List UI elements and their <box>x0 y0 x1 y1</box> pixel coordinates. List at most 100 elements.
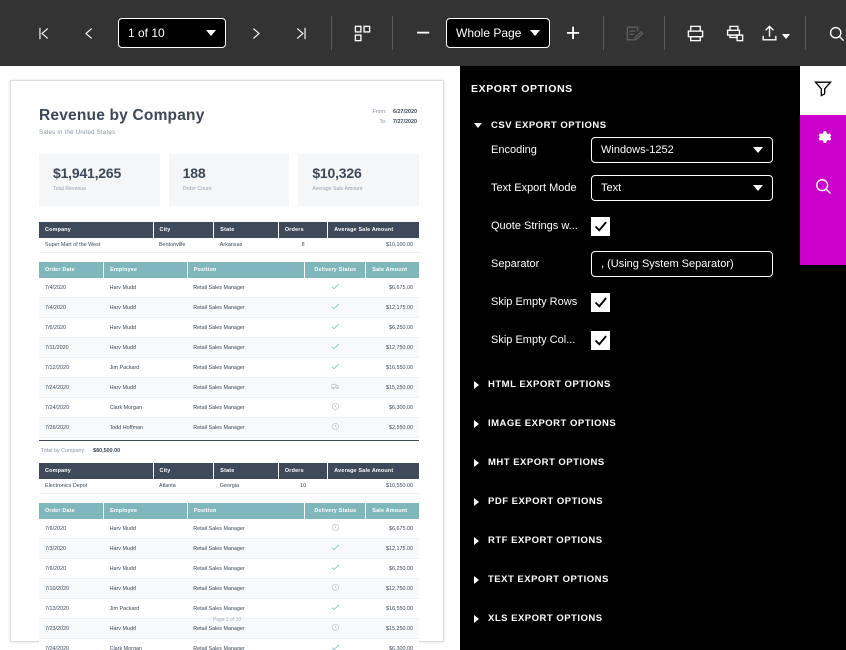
report-subtitle: Sales in the United States <box>39 129 116 136</box>
filter-tab[interactable] <box>800 66 846 115</box>
table-row: Super Mart of the West Bentonville Arkan… <box>39 238 419 253</box>
total-label: Total by Company: <box>41 448 86 454</box>
table-row: 7/12/2020 Jim Packard Retail Sales Manager… <box>39 357 419 378</box>
multipage-view-button[interactable] <box>345 16 379 50</box>
chevron-right-icon <box>474 536 479 545</box>
group-header-xls[interactable]: XLS EXPORT OPTIONS <box>460 613 800 624</box>
cell-order-date: 7/24/2020 <box>39 377 104 398</box>
skip-empty-rows-checkbox[interactable] <box>591 292 610 312</box>
cell-order-date: 7/3/2020 <box>39 538 104 559</box>
cell-order-date: 7/10/2020 <box>39 578 104 599</box>
status-check-icon <box>331 363 340 373</box>
column-header: Employee <box>103 262 188 278</box>
field-skip-empty-columns: Skip Empty Col... <box>460 321 800 359</box>
page-number-value: 1 of 10 <box>128 26 165 40</box>
table-row: Electronics Depot Atlanta Georgia 10 $10… <box>39 479 419 494</box>
zoom-out-button[interactable]: − <box>406 16 440 50</box>
table-row: 7/6/2020 Harv Mudd Retail Sales Manager $6,… <box>39 317 419 338</box>
cell-sale-amount: $2,550.00 <box>365 417 419 438</box>
cell-order-date: 7/13/2020 <box>39 598 104 619</box>
report-title: Revenue by Company <box>39 107 205 124</box>
cell-delivery-status <box>304 357 366 378</box>
zoom-in-button[interactable]: + <box>556 16 590 50</box>
cell-orders: 10 <box>278 479 328 494</box>
zoom-in-label: + <box>565 18 581 47</box>
group-header-image[interactable]: IMAGE EXPORT OPTIONS <box>460 418 800 429</box>
cell-order-date: 7/26/2020 <box>39 417 104 438</box>
rail-accent-fill <box>800 213 846 265</box>
cell-delivery-status <box>304 278 366 298</box>
text-export-mode-select[interactable]: Text <box>591 175 773 201</box>
chevron-down-icon <box>753 147 763 153</box>
cell-employee: Todd Hoffman <box>103 417 188 438</box>
cell-sale-amount: $6,300.00 <box>365 397 419 418</box>
zoom-out-label: − <box>415 18 431 47</box>
chevron-down-icon <box>753 185 763 191</box>
status-check-icon <box>331 644 340 650</box>
encoding-select[interactable]: Windows-1252 <box>591 137 773 163</box>
kpi-value: 188 <box>182 165 206 181</box>
column-header: City <box>153 222 215 238</box>
cell-position: Retail Sales Manager <box>187 357 305 378</box>
zoom-level-select[interactable]: Whole Page <box>446 18 550 48</box>
print-page-button[interactable] <box>718 16 752 50</box>
kpi-card: $1,941,265 Total Revenue <box>39 154 160 206</box>
print-button[interactable] <box>678 16 712 50</box>
column-header: Order Date <box>39 262 105 278</box>
skip-empty-columns-checkbox[interactable] <box>591 330 610 350</box>
cell-sale-amount: $15,250.00 <box>365 377 419 398</box>
group-header-text[interactable]: TEXT EXPORT OPTIONS <box>460 574 800 585</box>
field-quote-strings: Quote Strings w... <box>460 207 800 245</box>
column-header: Orders <box>278 222 329 238</box>
column-header: Delivery Status <box>304 503 367 519</box>
cell-position: Retail Sales Manager <box>187 638 305 650</box>
export-button[interactable] <box>758 16 792 50</box>
page-number-select[interactable]: 1 of 10 <box>118 18 226 48</box>
status-check-icon <box>331 303 340 313</box>
export-options-tab[interactable] <box>800 115 846 164</box>
group-header-pdf[interactable]: PDF EXPORT OPTIONS <box>460 496 800 507</box>
cell-order-date: 7/12/2020 <box>39 357 104 378</box>
next-page-button[interactable] <box>238 16 272 50</box>
status-truck-icon <box>331 383 340 393</box>
cell-position: Retail Sales Manager <box>187 377 305 398</box>
cell-sale-amount: $6,250.00 <box>365 317 419 338</box>
total-value: $80,500.00 <box>93 448 121 454</box>
cell-employee: Harv Mudd <box>103 538 188 559</box>
last-page-button[interactable] <box>284 16 318 50</box>
cell-employee: Harv Mudd <box>103 278 188 298</box>
cell-sale-amount: $16,550.00 <box>365 357 419 378</box>
cell-order-date: 7/6/2020 <box>39 519 104 539</box>
group-header-mht[interactable]: MHT EXPORT OPTIONS <box>460 457 800 468</box>
cell-position: Retail Sales Manager <box>187 578 305 599</box>
status-check-icon <box>331 564 340 574</box>
first-page-button[interactable] <box>26 16 60 50</box>
quote-strings-checkbox[interactable] <box>591 216 610 236</box>
separator-input[interactable]: , (Using System Separator) <box>591 251 773 277</box>
detail-header-row: Order Date Employee Position Delivery St… <box>39 262 419 278</box>
text-export-mode-value: Text <box>601 182 622 194</box>
cell-position: Retail Sales Manager <box>187 558 305 579</box>
column-header: State <box>213 463 279 479</box>
cell-sale-amount: $12,750.00 <box>365 578 419 599</box>
gear-icon <box>813 127 833 152</box>
column-header: Average Sale Amount <box>327 222 419 238</box>
cell-order-date: 7/4/2020 <box>39 278 104 298</box>
encoding-label: Encoding <box>491 144 537 156</box>
detail-table: Order Date Employee Position Delivery St… <box>39 262 419 438</box>
edit-content-button[interactable] <box>617 16 651 50</box>
table-row: 7/3/2020 Harv Mudd Retail Sales Manager $12… <box>39 538 419 559</box>
table-row: 7/4/2020 Harv Mudd Retail Sales Manager $12… <box>39 297 419 318</box>
search-button[interactable] <box>819 16 846 50</box>
company-table: Company City State Orders Average Sale A… <box>39 222 419 253</box>
to-value: 7/27/2020 <box>393 119 417 126</box>
cell-order-date: 7/24/2020 <box>39 638 104 650</box>
cell-employee: Clark Morgan <box>103 397 188 418</box>
search-tab[interactable] <box>800 164 846 213</box>
document-area[interactable]: Revenue by Company Sales in the United S… <box>0 66 460 650</box>
kpi-value: $10,326 <box>312 165 362 181</box>
group-header-html[interactable]: HTML EXPORT OPTIONS <box>460 379 800 390</box>
group-header-csv[interactable]: CSV EXPORT OPTIONS <box>460 120 800 131</box>
group-header-rtf[interactable]: RTF EXPORT OPTIONS <box>460 535 800 546</box>
previous-page-button[interactable] <box>72 16 106 50</box>
